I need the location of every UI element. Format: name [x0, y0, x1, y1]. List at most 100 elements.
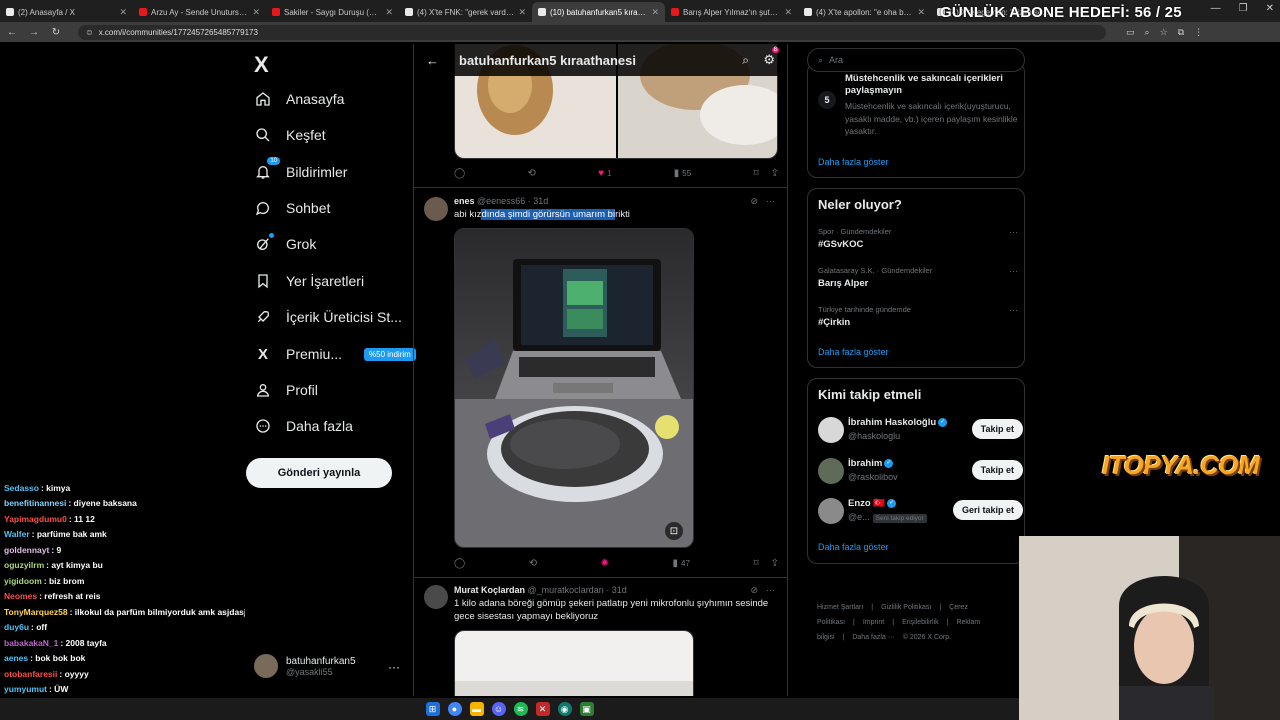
close-icon[interactable]: ✕ — [518, 7, 526, 18]
media-grok-button[interactable]: ⊡ — [665, 522, 683, 540]
close-icon[interactable]: ✕ — [917, 7, 925, 18]
obs-icon[interactable]: ◉ — [557, 702, 572, 716]
browser-tab-active[interactable]: (10) batuhanfurkan5 kıraathane...✕ — [532, 2, 665, 22]
more-dots-icon[interactable]: ··· — [1009, 305, 1018, 315]
show-more-link[interactable]: Daha fazla göster — [818, 347, 889, 357]
site-info-icon[interactable]: ⊜ — [86, 28, 93, 37]
zoom-icon[interactable]: ⌕ — [1145, 27, 1150, 38]
reply-button[interactable]: ◯ — [454, 558, 465, 569]
show-more-link[interactable]: Daha fazla göster — [818, 157, 889, 167]
x-logo[interactable]: X — [254, 52, 269, 78]
app-icon[interactable]: ✕ — [535, 702, 550, 716]
post-author-handle[interactable]: @eeness66 — [477, 196, 525, 206]
nav-item-profile[interactable]: Profil — [254, 381, 318, 399]
follow-button[interactable]: Takip et — [971, 419, 1023, 439]
like-button[interactable]: ✺ — [601, 558, 609, 569]
post-media[interactable] — [454, 630, 694, 696]
follow-suggestion[interactable]: İbrahim Haskoloğlu ✓ @haskologlu Takip et — [818, 415, 1023, 445]
share-icon[interactable]: ⇪ — [771, 168, 779, 179]
avatar[interactable] — [424, 585, 448, 609]
footer-link[interactable]: Gizlilik Politikası — [881, 604, 931, 611]
more-dots-icon[interactable]: ··· — [1009, 227, 1018, 237]
footer-link[interactable]: Imprint — [863, 619, 884, 626]
repost-button[interactable]: ⟲ — [527, 168, 535, 179]
like-button[interactable]: ♥ 1 — [598, 168, 611, 179]
more-dots-icon[interactable]: ··· — [766, 585, 775, 596]
show-more-link[interactable]: Daha fazla göster — [818, 542, 889, 552]
post-author-name[interactable]: enes — [454, 196, 475, 206]
close-icon[interactable]: ✕ — [385, 7, 393, 18]
file-explorer-icon[interactable]: ▬ — [469, 702, 484, 716]
search-icon[interactable]: ⌕ — [742, 53, 749, 68]
footer-link[interactable]: © 2026 X Corp. — [903, 634, 951, 641]
views-button[interactable]: ▮ 55 — [674, 168, 691, 179]
grok-icon[interactable]: ⊘ — [750, 585, 758, 596]
footer-link[interactable]: Hizmet Şartları — [817, 604, 863, 611]
install-icon[interactable]: ▭ — [1126, 27, 1135, 38]
close-icon[interactable]: ✕ — [119, 7, 127, 18]
close-icon[interactable]: ✕ — [784, 7, 792, 18]
follow-suggestion[interactable]: Enzo 🇹🇷 ✓ @e... Seni takip ediyor Geri tak… — [818, 496, 1023, 526]
spotify-icon[interactable]: ≋ — [513, 702, 528, 716]
nav-item-chat[interactable]: Sohbet — [254, 199, 330, 217]
maximize-icon[interactable]: ❐ — [1239, 3, 1248, 14]
browser-tab[interactable]: (2) Anasayfa / X ✕ — [0, 2, 133, 22]
back-arrow-icon[interactable]: ← — [6, 27, 18, 38]
url-field[interactable]: ⊜ x.com/i/communities/1772457265485779173 — [78, 24, 1106, 40]
close-icon[interactable]: ✕ — [252, 7, 260, 18]
star-icon[interactable]: ☆ — [1160, 27, 1168, 38]
discord-icon[interactable]: ☺ — [491, 702, 506, 716]
views-button[interactable]: ▮ 47 — [673, 558, 690, 569]
reload-icon[interactable]: ↻ — [50, 27, 62, 38]
browser-tab[interactable]: Barış Alper Yılmaz'ın şutunun g...✕ — [665, 2, 798, 22]
nav-item-more[interactable]: Daha fazla — [254, 417, 353, 435]
nav-item-notifications[interactable]: 10 Bildirimler — [254, 157, 347, 181]
app-icon[interactable]: ▣ — [579, 702, 594, 716]
more-dots-icon[interactable]: ··· — [388, 660, 400, 674]
trend-item[interactable]: Galatasaray S.K. · Gündemdekiler Barış A… — [818, 266, 1018, 289]
grok-icon[interactable]: ⊘ — [750, 196, 758, 207]
avatar[interactable] — [424, 197, 448, 221]
post-media[interactable] — [454, 228, 694, 548]
nav-item-grok[interactable]: Grok — [254, 233, 316, 253]
more-dots-icon[interactable]: ··· — [1009, 266, 1018, 276]
chrome-icon[interactable]: ● — [447, 702, 462, 716]
browser-tab[interactable]: Sakiler - Saygı Duruşu (Offi... ✕ — [266, 2, 399, 22]
nav-item-home[interactable]: Anasayfa — [254, 90, 344, 108]
browser-tab[interactable]: Arzu Ay - Sende Unutursun (Y...✕ — [133, 2, 266, 22]
more-dots-icon[interactable]: ··· — [766, 196, 775, 207]
close-icon[interactable]: ✕ — [651, 7, 659, 18]
follow-button[interactable]: Takip et — [971, 460, 1023, 480]
post-author-handle[interactable]: @_muratkoclardan — [528, 585, 604, 595]
post-time[interactable]: · 31d — [606, 585, 627, 595]
extension-icon[interactable]: ⧉ — [1178, 27, 1184, 38]
close-window-icon[interactable]: ✕ — [1266, 3, 1274, 14]
nav-item-premium[interactable]: X Premiu... %50 indirim — [254, 345, 416, 363]
nav-item-bookmarks[interactable]: Yer İşaretleri — [254, 272, 364, 290]
minimize-icon[interactable]: — — [1211, 3, 1221, 14]
footer-link[interactable]: Daha fazla ··· — [852, 634, 894, 641]
trend-item[interactable]: Türkiye tarihinde gündemde #Çirkin ··· — [818, 305, 1018, 328]
windows-start-icon[interactable]: ⊞ — [425, 702, 440, 716]
post-button[interactable]: Gönderi yayınla — [246, 458, 392, 488]
footer-link[interactable]: Erişilebilirlik — [902, 619, 939, 626]
back-arrow-icon[interactable]: ← — [426, 53, 439, 68]
post-author-name[interactable]: Murat Koçlardan — [454, 585, 525, 595]
follow-back-button[interactable]: Geri takip et — [952, 500, 1023, 520]
nav-item-explore[interactable]: Keşfet — [254, 126, 326, 144]
nav-item-creator-studio[interactable]: İçerik Üreticisi St... — [254, 308, 402, 326]
browser-tab[interactable]: (4) X'te apollon: "e oha be http...✕ — [798, 2, 931, 22]
settings-icon[interactable]: ⚙ — [763, 52, 775, 68]
trend-item[interactable]: Spor · Gündemdekiler #GSvKOC ··· — [818, 227, 1018, 250]
account-switcher[interactable]: batuhanfurkan5 @yasakli55 ··· — [254, 654, 400, 678]
bookmark-icon[interactable]: ⌑ — [753, 558, 758, 569]
repost-button[interactable]: ⟲ — [529, 558, 537, 569]
browser-tab[interactable]: (4) X'te FNK: "gerek vardı b/5 h...✕ — [399, 2, 532, 22]
follow-suggestion[interactable]: İbrahim ✓ @raskolibov Takip et — [818, 456, 1023, 486]
search-input[interactable]: ⌕ Ara — [807, 48, 1025, 72]
reply-button[interactable]: ◯ — [454, 168, 465, 179]
post-time[interactable]: · 31d — [528, 196, 549, 206]
menu-icon[interactable]: ⋮ — [1194, 27, 1203, 38]
share-icon[interactable]: ⇪ — [771, 558, 779, 569]
bookmark-icon[interactable]: ⌑ — [753, 168, 758, 179]
